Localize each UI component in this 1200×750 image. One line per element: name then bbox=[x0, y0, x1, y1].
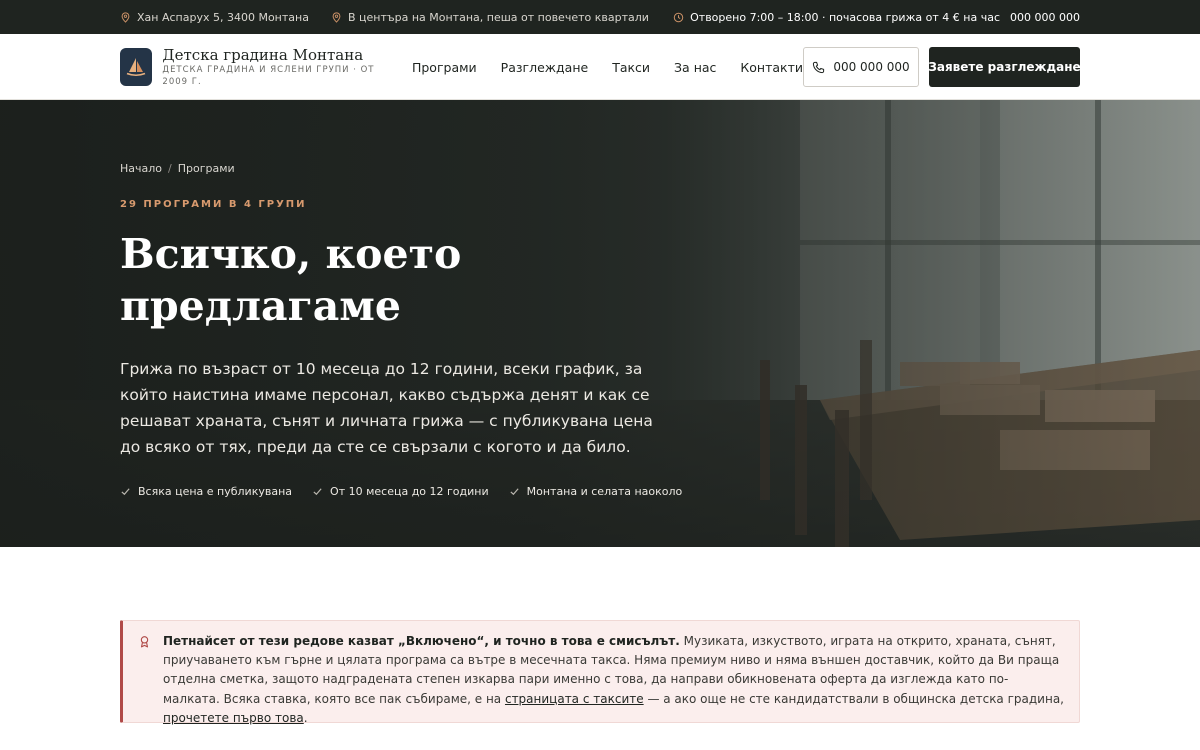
top-utility-bar: Хан Аспарух 5, 3400 Монтана В центъра на… bbox=[0, 0, 1200, 34]
brand-logo bbox=[120, 48, 153, 86]
brand-name: Детска градина Монтана bbox=[162, 46, 364, 64]
address: Хан Аспарух 5, 3400 Монтана bbox=[120, 11, 309, 24]
badge-prices-text: Всяка цена е публикувана bbox=[138, 485, 293, 498]
check-icon bbox=[510, 488, 519, 496]
brand-tagline: Детска градина и ясле​ни групи · от 2009… bbox=[162, 65, 375, 87]
address-text: Хан Аспарух 5, 3400 Монтана bbox=[137, 10, 309, 24]
award-icon bbox=[140, 636, 149, 648]
phone-button-label: 000 000 000 bbox=[833, 60, 910, 74]
hero-eyebrow: 29 програми в 4 групи bbox=[120, 199, 307, 210]
badge-ages: От 10 месеца до 12 години bbox=[312, 485, 489, 498]
badge-ages-text: От 10 месеца до 12 години bbox=[330, 485, 489, 498]
nav-item-about[interactable]: За нас bbox=[674, 60, 716, 75]
location-pin-icon bbox=[121, 11, 130, 23]
hero-subtitle: Грижа по възраст от 10 месеца до 12 годи… bbox=[120, 360, 653, 456]
topbar-phone[interactable]: 000 000 000 bbox=[1010, 11, 1080, 24]
badge-area-text: Монтана и селата наоколо bbox=[526, 485, 683, 498]
breadcrumb-current: Програми bbox=[177, 162, 235, 175]
notice-middle: — а ако още не сте кандидатствали в общи… bbox=[643, 691, 1064, 706]
page-title: Всичко, което предлагаме bbox=[120, 230, 462, 330]
hero-badges: Всяка цена е публикувана От 10 месеца до… bbox=[120, 485, 682, 498]
nav-item-tour[interactable]: Разглеждане bbox=[501, 60, 589, 75]
main-nav: Програми Разглеждане Такси За нас Контак… bbox=[412, 60, 803, 75]
nav-item-programs[interactable]: Програми bbox=[412, 60, 477, 75]
read-first-link[interactable]: прочетете първо това bbox=[163, 711, 304, 725]
breadcrumb: Начало / Програми bbox=[120, 162, 235, 175]
included-notice: Петнайсет от тези редове казват „Включен… bbox=[120, 620, 1080, 725]
check-icon bbox=[313, 488, 322, 496]
location-pin-icon bbox=[332, 11, 341, 23]
check-icon bbox=[121, 488, 130, 496]
opening-hours: Отворено 7:00 – 18:00 · почасова грижа о… bbox=[673, 11, 1080, 24]
brand-logo-link[interactable]: Детска градина Монтана Детска градина и … bbox=[120, 46, 380, 88]
notice-end: . bbox=[303, 710, 308, 725]
breadcrumb-home[interactable]: Начало bbox=[120, 162, 162, 175]
site-header: Детска градина Монтана Детска градина и … bbox=[0, 34, 1200, 100]
location-note-text: В центъра на Монтана, пеша от повечето к… bbox=[347, 10, 649, 24]
sailboat-logo-icon bbox=[126, 58, 146, 77]
clock-icon bbox=[673, 12, 684, 22]
badge-prices: Всяка цена е публикувана bbox=[120, 485, 292, 498]
fees-page-link[interactable]: страницата с таксите bbox=[505, 692, 644, 706]
hero-section: Начало / Програми 29 програми в 4 групи … bbox=[0, 100, 1200, 547]
location-note: В центъра на Монтана, пеша от повечето к… bbox=[331, 11, 649, 24]
phone-button[interactable]: 000 000 000 bbox=[803, 47, 919, 87]
badge-area: Монтана и селата наоколо bbox=[509, 485, 683, 498]
request-tour-button[interactable]: Заявете разглеждане bbox=[928, 47, 1081, 87]
phone-icon bbox=[813, 61, 825, 73]
breadcrumb-separator: / bbox=[168, 162, 172, 175]
notice-lead: Петнайсет от тези редове казват „Включен… bbox=[163, 634, 680, 648]
nav-item-fees[interactable]: Такси bbox=[612, 60, 650, 75]
nav-item-contacts[interactable]: Контакти bbox=[740, 60, 803, 75]
opening-hours-text: Отворено 7:00 – 18:00 · почасова грижа о… bbox=[690, 10, 1001, 24]
